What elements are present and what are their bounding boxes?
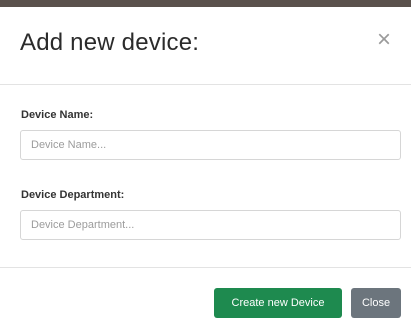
modal-title: Add new device: [20,29,200,56]
modal-body: Device Name: Device Department: [0,85,411,267]
modal-footer: Create new Device Close [0,267,411,320]
add-device-modal: Add new device: × Device Name: Device De… [0,7,411,320]
close-button[interactable]: Close [351,288,401,318]
close-icon[interactable]: × [373,28,395,52]
modal-header: Add new device: × [0,7,411,85]
create-device-button[interactable]: Create new Device [214,288,342,318]
device-department-label: Device Department: [21,189,125,201]
device-name-input[interactable] [20,130,401,160]
device-department-input[interactable] [20,210,401,240]
device-name-label: Device Name: [21,109,94,121]
